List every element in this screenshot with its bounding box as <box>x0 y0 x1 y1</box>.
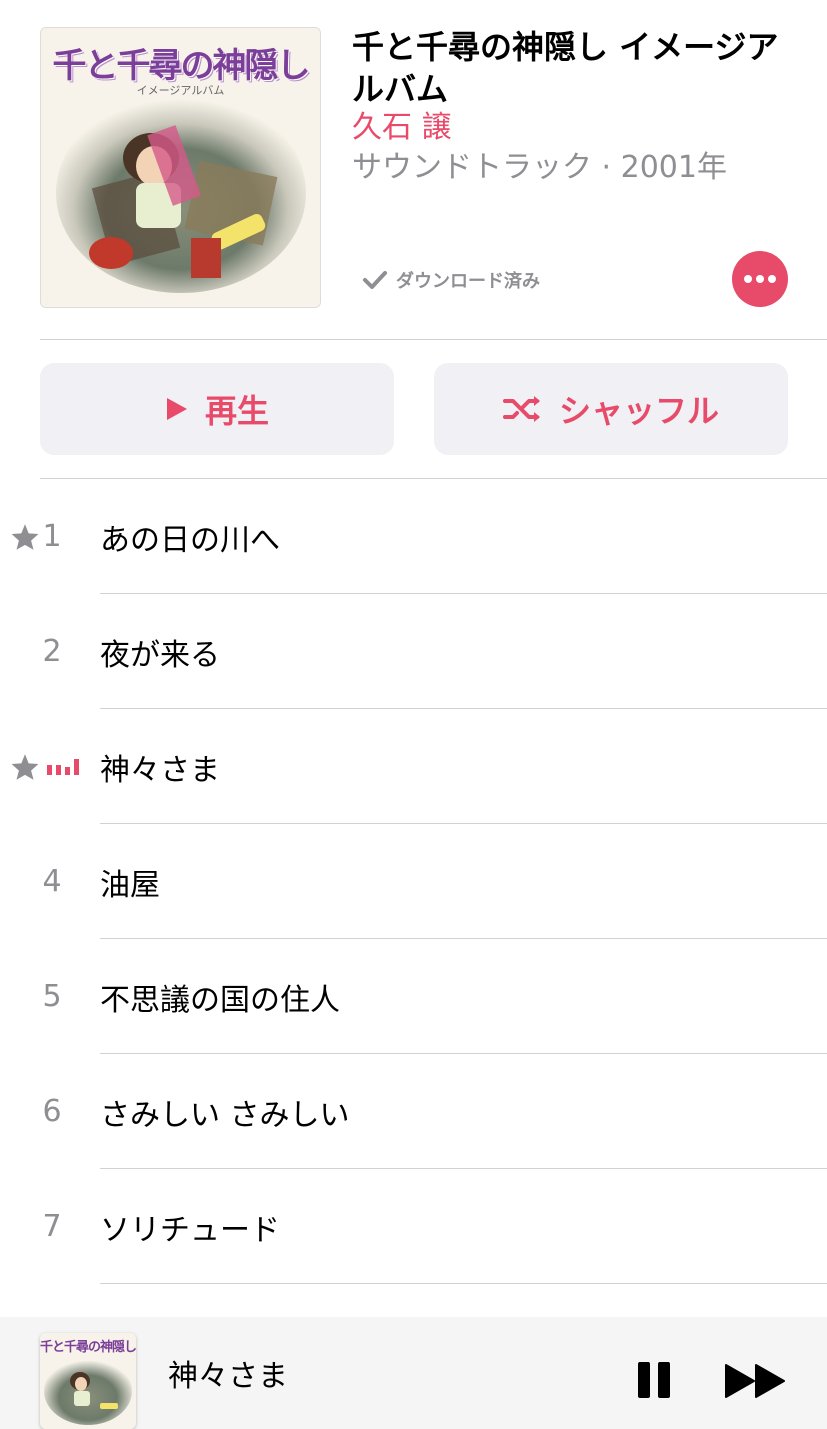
track-row[interactable]: 7 ソリチュード <box>0 1169 827 1284</box>
track-number: 7 <box>42 1209 62 1244</box>
downloaded-status: ダウンロード済み <box>362 266 540 294</box>
ellipsis-icon <box>744 275 776 283</box>
track-number: 2 <box>42 634 62 669</box>
play-label: 再生 <box>204 392 269 430</box>
album-title: 千と千尋の神隠し イメージアルバム <box>352 28 779 108</box>
track-title: 油屋 <box>100 867 160 903</box>
mini-artwork-title: 千と千尋の神隠し <box>40 1340 136 1355</box>
artist-link[interactable]: 久石 譲 <box>352 108 452 148</box>
track-title: 夜が来る <box>100 637 220 673</box>
track-title: 不思議の国の住人 <box>100 982 340 1018</box>
next-button[interactable] <box>724 1363 788 1402</box>
pause-icon <box>638 1362 670 1398</box>
more-button[interactable] <box>732 251 788 307</box>
checkmark-icon <box>363 271 387 289</box>
album-artwork-subtitle: イメージアルバム <box>136 84 225 97</box>
shuffle-icon <box>502 396 540 422</box>
album-meta: サウンドトラック · 2001年 <box>352 150 727 185</box>
equalizer-icon <box>47 709 79 824</box>
track-row-playing[interactable]: 神々さま <box>0 709 827 824</box>
track-row[interactable]: 6 さみしい さみしい <box>0 1054 827 1169</box>
album-artwork-title: 千と千尋の神隠し <box>52 46 311 86</box>
track-number: 4 <box>42 864 62 899</box>
pause-button[interactable] <box>636 1360 672 1403</box>
track-row[interactable]: 2 夜が来る <box>0 594 827 709</box>
shuffle-label: シャッフル <box>558 392 719 430</box>
play-button[interactable]: 再生 <box>40 363 394 455</box>
mini-player-artwork: 千と千尋の神隠し <box>40 1333 136 1429</box>
shuffle-button[interactable]: シャッフル <box>434 363 788 455</box>
track-number: 1 <box>42 519 62 554</box>
mini-player[interactable]: 千と千尋の神隠し 神々さま <box>0 1317 827 1429</box>
track-number: 6 <box>42 1094 62 1129</box>
track-title: あの日の川へ <box>100 522 280 558</box>
now-playing-title: 神々さま <box>168 1359 288 1394</box>
forward-icon <box>725 1364 785 1398</box>
track-title: ソリチュード <box>100 1212 280 1248</box>
track-title: さみしい さみしい <box>100 1097 350 1133</box>
track-row[interactable]: 5 不思議の国の住人 <box>0 939 827 1054</box>
play-icon <box>166 398 187 420</box>
track-number: 5 <box>42 979 62 1014</box>
track-title: 神々さま <box>100 752 220 788</box>
downloaded-label: ダウンロード済み <box>396 271 540 292</box>
track-row[interactable]: 4 油屋 <box>0 824 827 939</box>
track-row[interactable]: 1 あの日の川へ <box>0 479 827 594</box>
header-divider <box>40 339 827 340</box>
album-artwork: 千と千尋の神隠し イメージアルバム <box>40 27 321 308</box>
star-icon <box>10 709 40 824</box>
row-divider <box>100 1283 827 1284</box>
